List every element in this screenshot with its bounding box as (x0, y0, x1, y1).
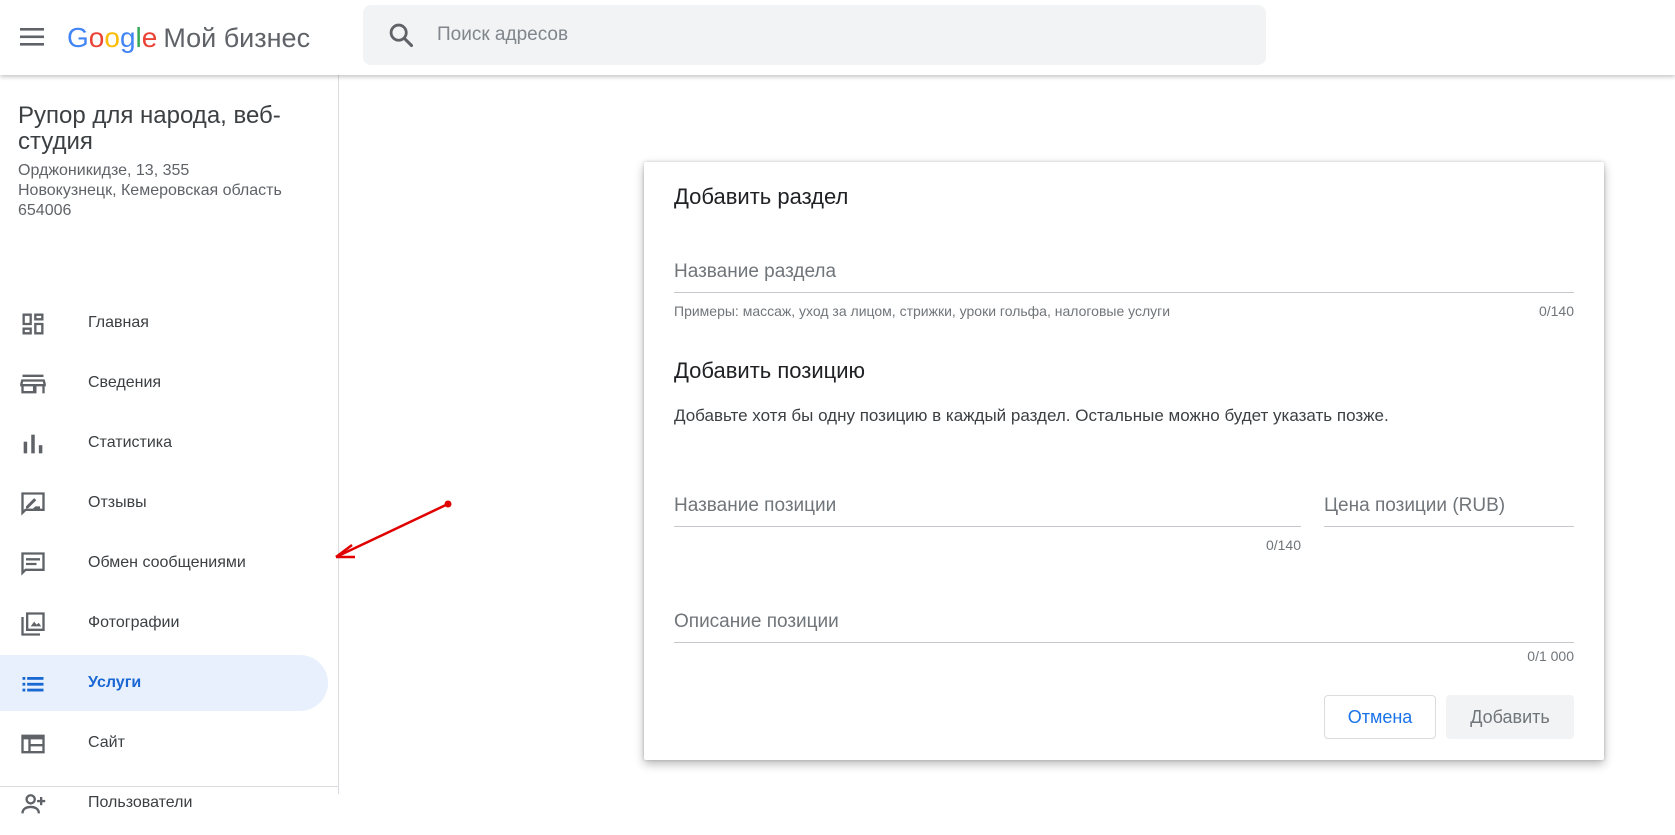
add-section-dialog: Добавить раздел Примеры: массаж, уход за… (644, 162, 1604, 760)
sidebar-item-photos[interactable]: Фотографии (0, 595, 328, 651)
sidebar-item-label: Пользователи (88, 794, 193, 811)
sidebar-item-label: Обмен сообщениями (88, 554, 246, 571)
section-name-counter: 0/140 (1538, 303, 1574, 319)
search-input[interactable] (435, 23, 1219, 47)
address-line: Орджоникидзе, 13, 355 (18, 162, 190, 179)
search-bar[interactable] (363, 5, 1266, 65)
item-price-field[interactable] (1324, 486, 1574, 527)
product-name: Мой бизнес (163, 22, 311, 53)
logo-letter: G (67, 22, 89, 53)
person-add-icon (21, 794, 46, 814)
logo-letter: o (104, 22, 120, 53)
sidebar-item-messaging[interactable]: Обмен сообщениями (0, 535, 328, 591)
sidebar-item-statistics[interactable]: Статистика (0, 415, 328, 471)
item-description-counter: 0/1 000 (1527, 648, 1574, 664)
address-line: Новокузнецк, Кемеровская область (18, 182, 282, 199)
dashboard-icon (22, 313, 44, 335)
add-item-description: Добавьте хотя бы одну позицию в каждый р… (674, 406, 1389, 425)
sidebar-item-label: Главная (88, 314, 149, 331)
sidebar-item-label: Отзывы (88, 494, 147, 511)
sidebar-nav: Главная Сведения Статистика Отзывы Обмен… (0, 295, 338, 835)
google-my-business-logo[interactable]: Google Мой бизнес (67, 18, 310, 58)
sidebar-item-label: Сведения (88, 374, 162, 391)
annotation-arrow-icon (335, 500, 452, 559)
hamburger-menu-icon (20, 28, 44, 46)
list-icon (22, 677, 44, 692)
message-icon (21, 552, 45, 576)
search-icon[interactable] (387, 21, 415, 49)
main-menu-button[interactable] (14, 18, 52, 56)
address-line: 654006 (18, 202, 72, 219)
sidebar-item-users[interactable]: Пользователи (0, 775, 328, 831)
bar-chart-icon (23, 434, 43, 454)
storefront-icon (20, 374, 46, 394)
section-name-input[interactable] (674, 252, 1574, 292)
dialog-title: Добавить раздел (674, 184, 849, 209)
sidebar-item-reviews[interactable]: Отзывы (0, 475, 328, 531)
sidebar-item-label: Статистика (88, 434, 173, 451)
photo-library-icon (21, 612, 45, 636)
sidebar-item-label: Сайт (88, 734, 125, 751)
add-button[interactable]: Добавить (1446, 695, 1574, 739)
app-header: Google Мой бизнес (0, 0, 1675, 75)
rate-review-icon (21, 492, 45, 516)
item-description-input[interactable] (674, 602, 1574, 642)
sidebar-item-website[interactable]: Сайт (0, 715, 328, 771)
cancel-button[interactable]: Отмена (1324, 695, 1436, 739)
logo-letter: e (141, 22, 158, 53)
item-description-field[interactable] (674, 602, 1574, 643)
item-name-input[interactable] (674, 486, 1301, 526)
sidebar-item-label: Услуги (88, 674, 142, 691)
logo-letter: o (88, 22, 105, 53)
sidebar-item-services[interactable]: Услуги (0, 655, 328, 711)
sidebar: Рупор для народа, веб-студия Орджоникидз… (0, 75, 339, 814)
logo-letter: g (119, 22, 136, 53)
add-item-title: Добавить позицию (674, 358, 866, 383)
business-address: Орджоникидзе, 13, 355 Новокузнецк, Кемер… (18, 161, 328, 221)
section-name-hint: Примеры: массаж, уход за лицом, стрижки,… (674, 303, 1171, 319)
sidebar-item-info[interactable]: Сведения (0, 355, 328, 411)
sidebar-item-label: Фотографии (88, 614, 180, 631)
sidebar-item-home[interactable]: Главная (0, 295, 328, 351)
item-price-input[interactable] (1324, 486, 1574, 526)
section-name-field[interactable] (674, 252, 1574, 293)
sidebar-divider (0, 786, 338, 787)
web-icon (21, 734, 45, 754)
business-name: Рупор для народа, веб-студия (18, 102, 281, 155)
item-name-field[interactable] (674, 486, 1301, 527)
item-name-counter: 0/140 (1265, 537, 1301, 553)
